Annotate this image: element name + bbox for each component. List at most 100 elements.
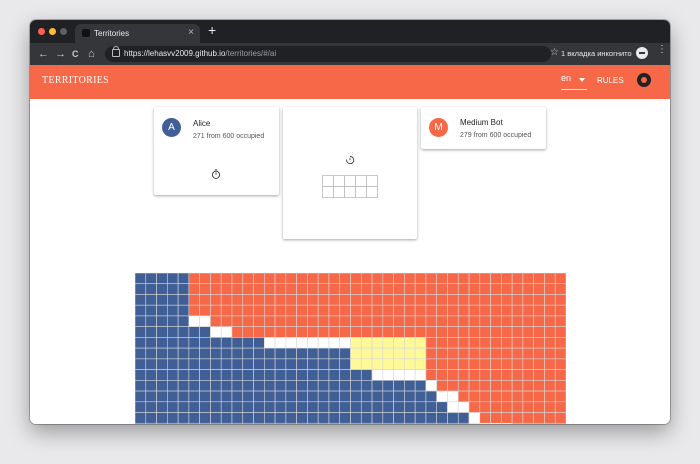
board-cell[interactable] [360, 337, 373, 349]
board-cell[interactable] [145, 380, 157, 392]
board-cell[interactable] [145, 304, 157, 317]
board-cell[interactable] [457, 422, 470, 424]
board-cell[interactable] [135, 358, 147, 370]
board-cell[interactable] [167, 390, 179, 403]
board-cell[interactable] [156, 401, 168, 413]
game-board[interactable] [135, 273, 566, 424]
board-cell[interactable] [350, 412, 362, 424]
board-cell[interactable] [457, 315, 470, 327]
board-cell[interactable] [220, 422, 233, 424]
board-cell[interactable] [393, 358, 405, 370]
board-cell[interactable] [177, 369, 190, 381]
board-cell[interactable] [414, 347, 427, 360]
board-cell[interactable] [242, 304, 254, 317]
board-cell[interactable] [328, 304, 341, 317]
github-icon[interactable] [637, 73, 651, 87]
board-cell[interactable] [554, 273, 566, 285]
board-cell[interactable] [177, 347, 190, 360]
board-cell[interactable] [220, 315, 233, 327]
board-cell[interactable] [339, 390, 351, 403]
board-cell[interactable] [393, 337, 405, 349]
board-cell[interactable] [210, 422, 222, 424]
board-cell[interactable] [264, 273, 276, 285]
board-cell[interactable] [285, 337, 297, 349]
board-cell[interactable] [199, 390, 211, 403]
board-cell[interactable] [393, 326, 405, 338]
board-cell[interactable] [414, 315, 427, 327]
board-cell[interactable] [404, 304, 416, 317]
board-cell[interactable] [264, 390, 276, 403]
board-cell[interactable] [156, 390, 168, 403]
board-cell[interactable] [264, 358, 276, 370]
board-cell[interactable] [382, 294, 394, 306]
board-cell[interactable] [177, 273, 190, 285]
board-cell[interactable] [350, 380, 362, 392]
board-cell[interactable] [156, 273, 168, 285]
board-cell[interactable] [511, 412, 524, 424]
board-cell[interactable] [317, 380, 330, 392]
board-cell[interactable] [307, 390, 319, 403]
board-cell[interactable] [436, 390, 448, 403]
board-cell[interactable] [490, 283, 502, 295]
board-cell[interactable] [156, 283, 168, 295]
board-cell[interactable] [371, 369, 384, 381]
board-cell[interactable] [264, 380, 276, 392]
board-cell[interactable] [188, 390, 200, 403]
board-cell[interactable] [350, 390, 362, 403]
board-cell[interactable] [220, 358, 233, 370]
board-cell[interactable] [285, 390, 297, 403]
board-cell[interactable] [328, 422, 341, 424]
board-cell[interactable] [479, 390, 491, 403]
board-cell[interactable] [317, 412, 330, 424]
board-cell[interactable] [242, 358, 254, 370]
board-cell[interactable] [554, 380, 566, 392]
board-cell[interactable] [350, 337, 362, 349]
board-cell[interactable] [479, 273, 491, 285]
board-cell[interactable] [360, 401, 373, 413]
board-cell[interactable] [167, 283, 179, 295]
board-cell[interactable] [533, 380, 545, 392]
board-cell[interactable] [210, 390, 222, 403]
board-cell[interactable] [274, 401, 287, 413]
board-cell[interactable] [210, 337, 222, 349]
board-cell[interactable] [382, 380, 394, 392]
board-cell[interactable] [382, 401, 394, 413]
board-cell[interactable] [167, 326, 179, 338]
board-cell[interactable] [177, 304, 190, 317]
board-cell[interactable] [414, 337, 427, 349]
board-cell[interactable] [533, 390, 545, 403]
board-cell[interactable] [511, 401, 524, 413]
board-cell[interactable] [231, 358, 244, 370]
board-cell[interactable] [447, 326, 459, 338]
board-cell[interactable] [135, 422, 147, 424]
board-cell[interactable] [285, 347, 297, 360]
board-cell[interactable] [382, 412, 394, 424]
board-cell[interactable] [457, 337, 470, 349]
board-cell[interactable] [490, 380, 502, 392]
board-cell[interactable] [307, 326, 319, 338]
board-cell[interactable] [501, 412, 513, 424]
board-cell[interactable] [307, 422, 319, 424]
board-cell[interactable] [544, 337, 556, 349]
board-cell[interactable] [447, 294, 459, 306]
board-cell[interactable] [307, 401, 319, 413]
board-cell[interactable] [511, 347, 524, 360]
board-cell[interactable] [274, 304, 287, 317]
board-cell[interactable] [425, 304, 437, 317]
board-cell[interactable] [501, 304, 513, 317]
board-cell[interactable] [135, 326, 147, 338]
board-cell[interactable] [328, 315, 341, 327]
board-cell[interactable] [501, 422, 513, 424]
board-cell[interactable] [404, 337, 416, 349]
board-cell[interactable] [371, 294, 384, 306]
board-cell[interactable] [522, 412, 534, 424]
board-cell[interactable] [360, 315, 373, 327]
board-cell[interactable] [167, 315, 179, 327]
board-cell[interactable] [135, 273, 147, 285]
board-cell[interactable] [511, 358, 524, 370]
board-cell[interactable] [457, 283, 470, 295]
board-cell[interactable] [145, 358, 157, 370]
board-cell[interactable] [425, 273, 437, 285]
board-cell[interactable] [296, 304, 308, 317]
board-cell[interactable] [317, 390, 330, 403]
